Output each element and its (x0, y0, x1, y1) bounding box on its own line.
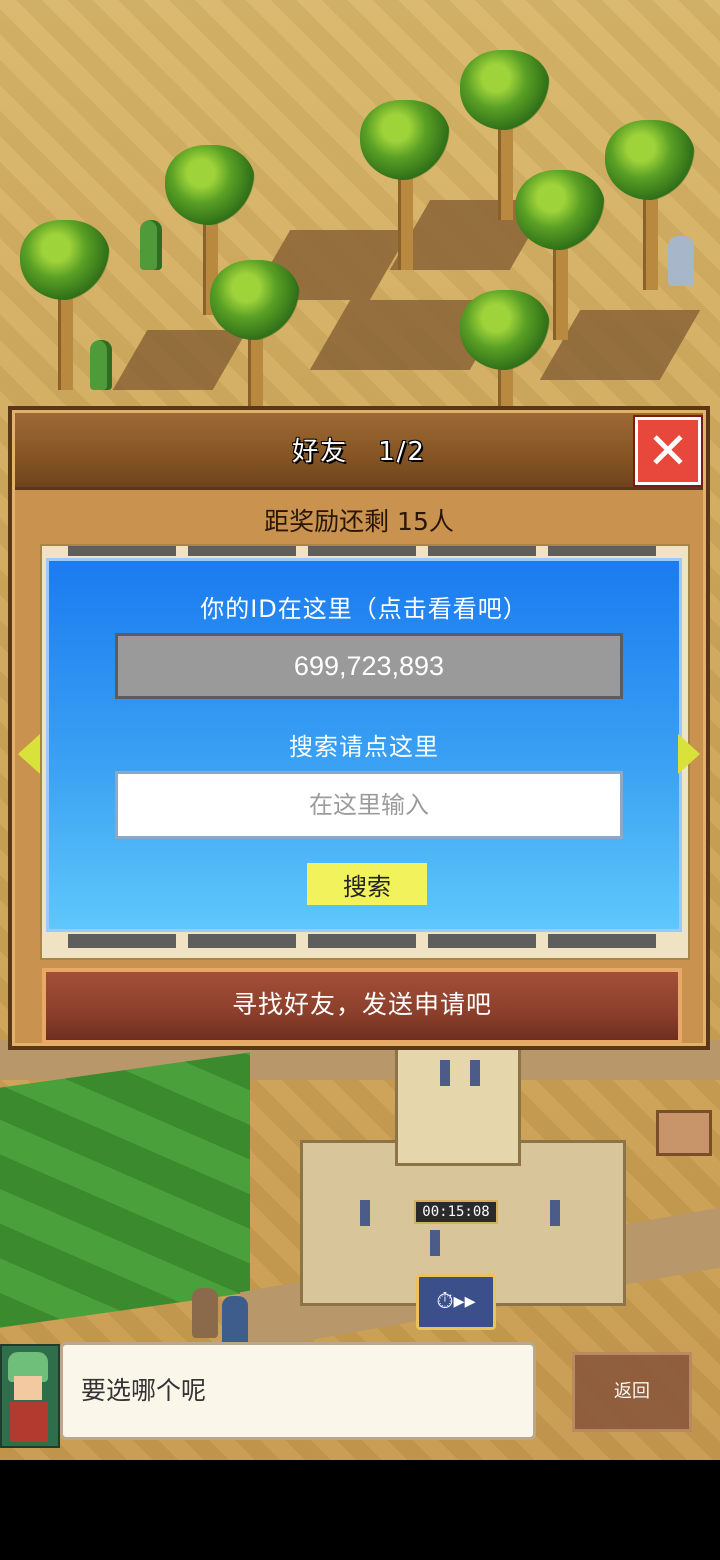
id-label: 你的ID在这里（点击看看吧） (200, 595, 528, 623)
friend-slot (68, 934, 176, 948)
friend-slot (68, 546, 176, 556)
search-input[interactable] (115, 771, 623, 839)
close-icon: ✕ (647, 422, 689, 480)
friend-slot (188, 934, 296, 948)
dialog-title: 好友 1/2 (15, 431, 703, 468)
villager[interactable] (192, 1288, 218, 1338)
dialog-title-text: 好友 (292, 437, 349, 467)
arrow-right-icon[interactable] (678, 734, 700, 774)
palm-tree (360, 100, 450, 270)
back-button[interactable]: 返回 (572, 1352, 692, 1432)
friend-slot (428, 934, 536, 948)
search-label: 搜索请点这里 (289, 733, 439, 761)
friend-slot (548, 934, 656, 948)
find-friends-button[interactable]: 寻找好友，发送申请吧 (42, 968, 682, 1044)
palm-tree (210, 260, 300, 430)
palm-tree (460, 290, 550, 460)
signboard (656, 1110, 712, 1156)
advisor-speech-bubble: 要选哪个呢 (60, 1342, 536, 1440)
id-search-panel: 你的ID在这里（点击看看吧） 699,723,893 搜索请点这里 搜索 (46, 558, 682, 932)
cactus (90, 340, 112, 390)
bottom-bar (0, 1460, 720, 1560)
friends-dialog: 好友 1/2 ✕ 距奖励还剩 15人 你的ID在这里（点击看看吧） 699,723… (8, 406, 710, 1050)
friend-slot (308, 546, 416, 556)
friend-slot (188, 546, 296, 556)
cactus (140, 220, 162, 270)
friend-slot (428, 546, 536, 556)
reward-progress-text: 距奖励还剩 15人 (264, 507, 454, 536)
fast-forward-icon: ⏱▸▸ (436, 1289, 476, 1314)
villager[interactable] (668, 236, 694, 286)
crop-field (0, 1052, 250, 1328)
advisor-avatar (0, 1344, 60, 1448)
construction-timer: 00:15:08 (414, 1200, 498, 1224)
arrow-left-icon[interactable] (18, 734, 40, 774)
speed-up-button[interactable]: ⏱▸▸ (416, 1274, 496, 1330)
player-id-box[interactable]: 699,723,893 (115, 633, 623, 699)
friend-slot (548, 546, 656, 556)
page-indicator: 1/2 (378, 437, 426, 467)
close-button[interactable]: ✕ (635, 417, 701, 485)
friend-panel-frame: 你的ID在这里（点击看看吧） 699,723,893 搜索请点这里 搜索 (40, 544, 690, 960)
search-button[interactable]: 搜索 (307, 863, 427, 905)
dialog-header: 好友 1/2 ✕ (15, 413, 703, 490)
friend-slot (308, 934, 416, 948)
villager[interactable] (222, 1296, 248, 1346)
tower-building[interactable] (300, 1040, 626, 1306)
